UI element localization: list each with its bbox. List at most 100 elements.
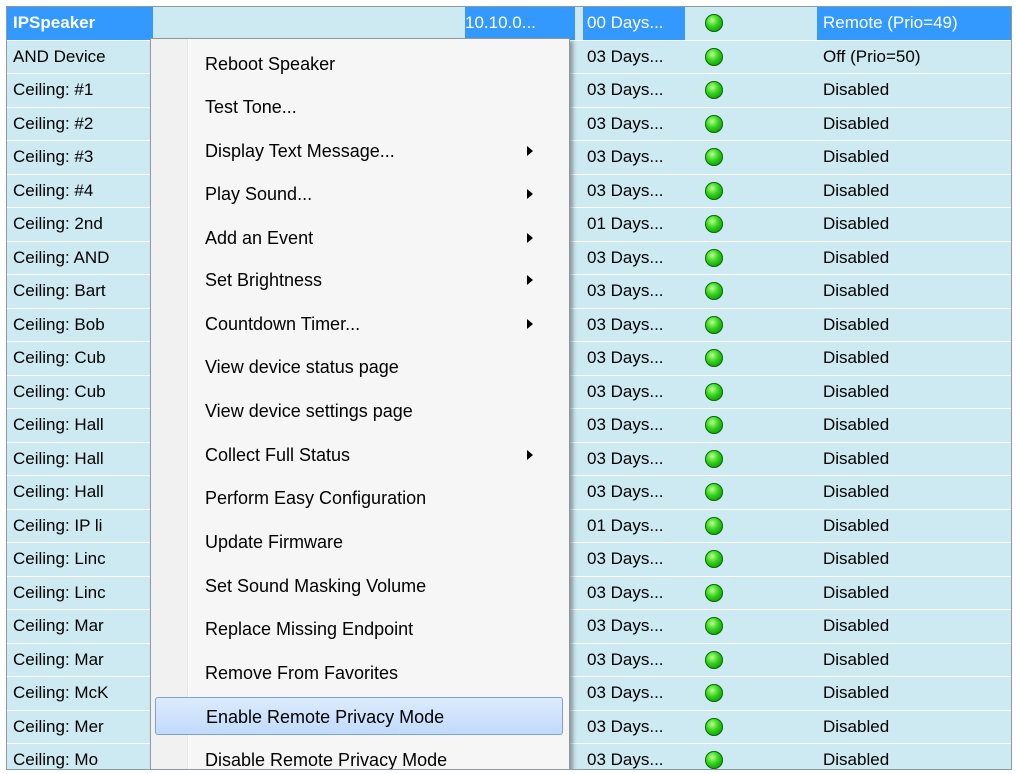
green-led-icon <box>705 114 723 133</box>
device-name: Ceiling: Hall <box>13 415 104 434</box>
submenu-arrow-icon <box>527 275 533 285</box>
green-led-icon <box>705 583 723 602</box>
device-name: Ceiling: #3 <box>13 147 94 166</box>
device-ip: 10.10.0... <box>465 7 575 40</box>
green-led-icon <box>705 650 723 669</box>
device-name: Ceiling: IP li <box>13 515 103 535</box>
device-privacy-mode: Disabled <box>823 616 890 635</box>
menu-item[interactable]: Remove From Favorites <box>155 654 563 692</box>
device-privacy-mode: Disabled <box>823 113 890 133</box>
context-menu: Reboot Speaker Test Tone... Display Text M… <box>150 38 570 769</box>
device-name: Ceiling: #1 <box>13 80 94 99</box>
menu-item[interactable]: Enable Remote Privacy Mode <box>155 697 563 735</box>
device-privacy-mode: Disabled <box>823 716 890 736</box>
menu-item[interactable]: Set Sound Masking Volume <box>155 567 563 605</box>
device-uptime: 01 Days... <box>587 515 664 535</box>
menu-item-label: Set Sound Masking Volume <box>205 576 427 596</box>
device-uptime: 03 Days... <box>587 582 664 602</box>
device-uptime: 03 Days... <box>587 549 664 568</box>
device-status <box>699 409 739 442</box>
device-privacy-mode: Remote (Prio=49) <box>817 7 1011 40</box>
menu-item-label: Perform Easy Configuration <box>205 488 427 508</box>
menu-item[interactable]: Display Text Message... <box>155 132 563 170</box>
green-led-icon <box>705 148 723 166</box>
green-led-icon <box>705 382 723 401</box>
device-row[interactable]: IPSpeaker 10.10.0... 00 Days... Remote (Pri… <box>7 7 1011 41</box>
device-status <box>699 208 739 241</box>
menu-item[interactable]: View device status page <box>155 348 563 386</box>
device-status <box>699 476 739 509</box>
device-uptime: 03 Days... <box>587 683 664 702</box>
device-uptime: 03 Days... <box>587 381 664 401</box>
device-name: Ceiling: #4 <box>13 180 94 200</box>
device-status <box>699 376 739 409</box>
menu-item[interactable]: Test Tone... <box>155 88 563 126</box>
device-uptime: 03 Days... <box>587 750 664 769</box>
device-privacy-mode: Disabled <box>823 247 890 267</box>
menu-item[interactable]: View device settings page <box>155 392 563 430</box>
device-privacy-mode: Disabled <box>823 448 890 468</box>
menu-item[interactable]: Perform Easy Configuration <box>155 479 563 517</box>
device-privacy-mode: Disabled <box>823 649 890 669</box>
device-status <box>699 543 739 576</box>
device-uptime: 03 Days... <box>587 46 664 66</box>
menu-item[interactable]: Set Brightness <box>155 261 563 299</box>
device-uptime: 03 Days... <box>587 348 664 367</box>
device-uptime: 00 Days... <box>583 7 685 40</box>
device-status <box>699 7 739 40</box>
menu-item[interactable]: Add an Event <box>155 219 563 257</box>
device-status <box>699 175 739 208</box>
device-uptime: 03 Days... <box>587 649 664 669</box>
device-privacy-mode: Disabled <box>823 381 890 401</box>
device-list-view: IPSpeaker 10.10.0... 00 Days... Remote (Pri… <box>6 6 1012 770</box>
menu-item-label: Enable Remote Privacy Mode <box>206 707 445 727</box>
menu-item[interactable]: Play Sound... <box>155 175 563 213</box>
green-led-icon <box>705 181 723 200</box>
device-privacy-mode: Disabled <box>823 582 890 602</box>
menu-item-label: Update Firmware <box>205 532 344 552</box>
green-led-icon <box>705 751 723 769</box>
menu-item[interactable]: Collect Full Status <box>155 436 563 474</box>
menu-item-label: View device settings page <box>205 401 413 421</box>
green-led-icon <box>705 717 723 736</box>
menu-item-label: View device status page <box>205 357 399 377</box>
device-privacy-mode: Disabled <box>823 147 890 166</box>
device-uptime: 03 Days... <box>587 415 664 434</box>
device-status <box>699 744 739 769</box>
device-status <box>699 342 739 375</box>
green-led-icon <box>705 684 723 702</box>
device-status <box>699 443 739 476</box>
green-led-icon <box>705 416 723 434</box>
device-name: Ceiling: Hall <box>13 448 104 468</box>
submenu-arrow-icon <box>527 189 533 199</box>
green-led-icon <box>705 215 723 233</box>
green-led-icon <box>705 550 723 568</box>
menu-item[interactable]: Update Firmware <box>155 523 563 561</box>
submenu-arrow-icon <box>527 319 533 329</box>
device-privacy-mode: Disabled <box>823 683 890 702</box>
device-name: Ceiling: Mar <box>13 649 104 669</box>
menu-item[interactable]: Disable Remote Privacy Mode <box>155 741 563 769</box>
device-privacy-mode: Disabled <box>823 214 890 233</box>
device-uptime: 03 Days... <box>587 448 664 468</box>
device-status <box>699 711 739 744</box>
menu-item-label: Set Brightness <box>205 270 323 290</box>
device-uptime: 01 Days... <box>587 214 664 233</box>
menu-item[interactable]: Countdown Timer... <box>155 305 563 343</box>
menu-item-label: Collect Full Status <box>205 445 351 465</box>
device-uptime: 03 Days... <box>587 147 664 166</box>
device-name: Ceiling: AND <box>13 247 110 267</box>
device-privacy-mode: Disabled <box>823 549 890 568</box>
device-privacy-mode: Disabled <box>823 515 890 535</box>
menu-item[interactable]: Reboot Speaker <box>155 45 563 83</box>
menu-item-label: Test Tone... <box>205 97 297 117</box>
menu-item-label: Countdown Timer... <box>205 314 361 334</box>
green-led-icon <box>705 617 723 635</box>
device-name: Ceiling: Bart <box>13 281 106 300</box>
green-led-icon <box>705 516 723 535</box>
device-status <box>699 41 739 74</box>
device-uptime: 03 Days... <box>587 247 664 267</box>
submenu-arrow-icon <box>527 233 533 243</box>
menu-item-label: Reboot Speaker <box>205 54 336 74</box>
menu-item[interactable]: Replace Missing Endpoint <box>155 610 563 648</box>
